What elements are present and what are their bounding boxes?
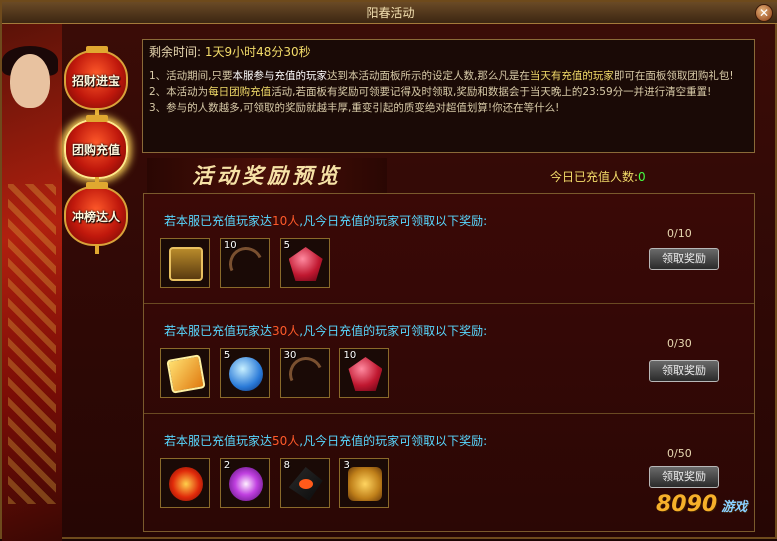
claim-reward-button[interactable]: 领取奖励 [649,360,719,382]
reward-item[interactable]: 5 [219,348,270,398]
reward-item[interactable] [160,458,210,508]
black-crystal-icon [288,467,323,501]
time-value: 1天9小时48分30秒 [204,45,311,59]
tier-progress: 0/30 [667,337,692,350]
info-box: 剩余时间: 1天9小时48分30秒 1、活动期间,只要本服参与充值的玩家达到本活… [142,39,755,153]
gold-tile-icon [166,354,206,394]
blue-orb-icon [228,357,263,391]
activity-window: 阳春活动 ✕ 招财进宝 团购充值 冲榜达人 剩余时间: 1天9小时48分30秒 … [0,0,777,541]
tier-condition: 若本服已充值玩家达30人,凡今日充值的玩家可领取以下奖励: [164,324,488,338]
tab-chongbang[interactable]: 冲榜达人 [64,182,128,254]
reward-tier-30: 若本服已充值玩家达30人,凡今日充值的玩家可领取以下奖励: 5 30 10 0/… [144,304,754,414]
close-icon[interactable]: ✕ [755,4,773,22]
reward-item[interactable]: 10 [219,238,270,288]
character-portrait [2,24,62,541]
tab-tuangou[interactable]: 团购充值 [64,115,128,187]
tab-label: 招财进宝 [71,74,120,88]
fire-swirl-icon [169,467,203,501]
purple-flower-icon [228,467,263,501]
reward-tier-10: 若本服已充值玩家达10人,凡今日充值的玩家可领取以下奖励: 10 5 0/10 … [144,194,754,304]
chest-icon [169,247,203,281]
reward-item[interactable] [160,238,210,288]
reward-preview-banner: 活动奖励预览 [147,158,387,194]
rules-text: 1、活动期间,只要本服参与充值的玩家达到本活动面板所示的设定人数,那么凡是在当天… [149,70,734,114]
reward-item[interactable]: 10 [339,348,390,398]
reward-item[interactable]: 5 [279,238,330,288]
reward-item[interactable] [160,348,210,398]
tier-progress: 0/10 [667,227,692,240]
claim-reward-button[interactable]: 领取奖励 [649,466,719,488]
window-title: 阳春活动 [2,2,777,24]
remaining-time: 剩余时间: 1天9小时48分30秒 [149,45,311,59]
reward-item[interactable]: 8 [279,458,330,508]
ruby-icon [348,357,383,391]
tier-progress: 0/50 [667,447,692,460]
reward-panel: 若本服已充值玩家达10人,凡今日充值的玩家可领取以下奖励: 10 5 0/10 … [143,193,755,532]
tier-condition: 若本服已充值玩家达10人,凡今日充值的玩家可领取以下奖励: [164,214,488,228]
reward-item[interactable]: 2 [219,458,270,508]
tab-zhaocai[interactable]: 招财进宝 [64,46,128,118]
tab-label: 团购充值 [71,143,120,157]
reward-item[interactable]: 3 [339,458,390,508]
ruby-icon [288,247,323,281]
reward-item[interactable]: 30 [279,348,330,398]
today-recharge-count: 今日已充值人数:0 [550,170,646,184]
tab-label: 冲榜达人 [71,210,120,224]
tier-condition: 若本服已充值玩家达50人,凡今日充值的玩家可领取以下奖励: [164,434,488,448]
site-logo: 8090 游戏 [656,492,748,517]
lion-shield-icon [348,467,383,501]
claim-reward-button[interactable]: 领取奖励 [649,248,719,270]
